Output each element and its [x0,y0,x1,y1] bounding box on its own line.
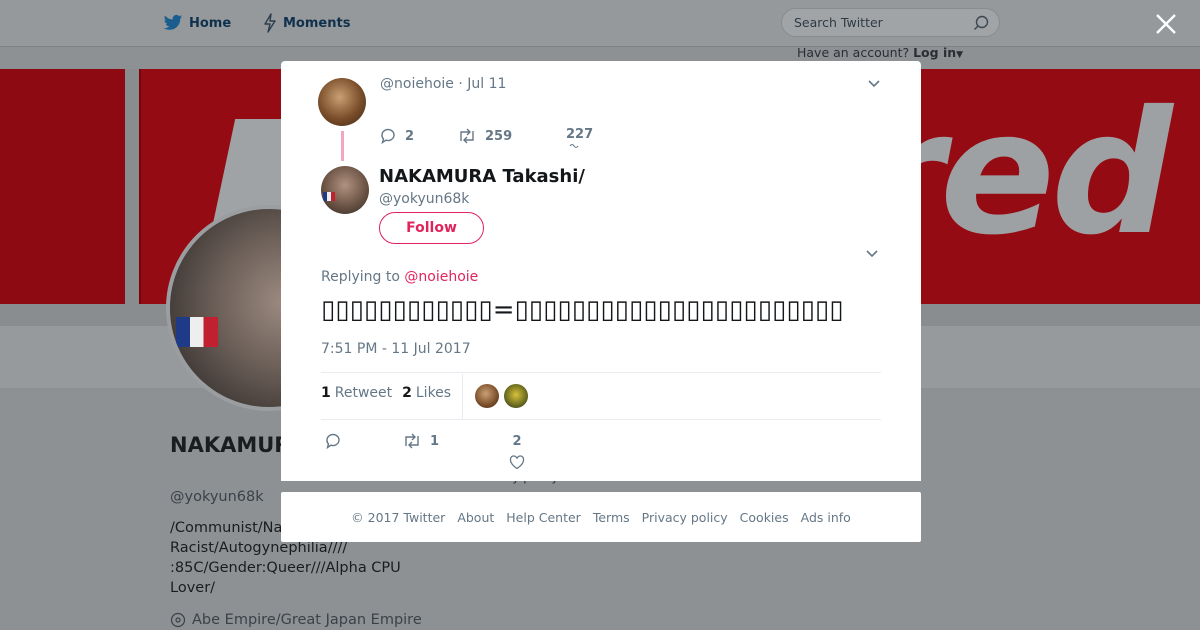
chevron-down-icon[interactable] [865,249,879,259]
twitter-bird-icon [163,14,183,30]
nav-moments-label: Moments [283,15,351,31]
thread-line [341,131,344,161]
flag-icon [323,192,335,201]
search-input[interactable]: Search Twitter [781,8,1000,37]
parent-reply-count: 2 [405,128,415,144]
retweet-stat[interactable]: 1 Retweet [321,385,392,401]
footer-link-terms[interactable]: Terms [593,510,630,525]
like-stat[interactable]: 2 Likes [402,385,451,401]
author-name[interactable]: NAKAMURA Takashi/ [379,166,585,187]
location-pin-icon [170,612,186,628]
retweet-stat-count: 1 [321,385,331,401]
footer-link-ads[interactable]: Ads info [801,510,851,525]
divider [462,374,463,420]
reply-icon [326,433,340,450]
nav-home-label: Home [189,15,232,31]
nav-moments[interactable]: Moments [263,0,350,46]
replying-to: Replying to @noiehoie [321,269,478,285]
modal-footer: © 2017 Twitter About Help Center Terms P… [281,492,921,542]
parent-handle[interactable]: @noiehoie [380,76,454,92]
caret-down-icon: ▼ [956,50,964,60]
bio-line: Lover/ [170,580,216,596]
parent-retweet-action[interactable]: 259 [457,127,512,145]
retweet-icon [460,128,474,144]
follow-button[interactable]: Follow [379,212,484,244]
parent-meta: @noiehoie · Jul 11 [380,76,507,92]
tweet-stats: 1 Retweet 2 Likes [321,385,451,401]
footer-link-about[interactable]: About [457,510,494,525]
author-avatar[interactable] [321,166,369,214]
close-icon[interactable] [1152,10,1180,38]
search-placeholder: Search Twitter [794,15,883,30]
nav-home[interactable]: Home [163,0,231,46]
parent-like-action[interactable]: 227 [566,127,593,150]
footer-copyright: © 2017 Twitter [351,509,446,525]
tweet-modal: @noiehoie · Jul 11 2 259 227 NAKAMURA Ta… [281,61,921,481]
divider [321,372,881,373]
liker-avatar[interactable] [475,384,499,408]
footer-link-cookies[interactable]: Cookies [740,510,789,525]
retweet-action[interactable]: 1 [402,432,439,450]
like-action[interactable]: 2 [509,434,525,470]
like-action-count: 2 [512,434,522,449]
footer-link-privacy[interactable]: Privacy policy [642,510,728,525]
top-nav: Home Moments Search Twitter [0,0,1200,47]
like-stat-count: 2 [402,385,412,401]
reply-icon [381,128,395,145]
profile-name: NAKAMUR [170,433,291,457]
liker-avatar[interactable] [504,384,528,408]
tweet-timestamp[interactable]: 7:51 PM - 11 Jul 2017 [321,341,471,357]
profile-location-text: Abe Empire/Great Japan Empire [192,612,422,628]
reply-action[interactable] [324,432,350,450]
parent-reply-action[interactable]: 2 [379,127,414,145]
lightning-icon [264,13,276,33]
bio-line: /Communist/Nat [170,520,289,536]
profile-handle: @yokyun68k [170,489,264,505]
replying-prefix: Replying to [321,269,400,285]
parent-avatar[interactable] [318,78,366,126]
heart-icon [509,455,525,470]
login-link[interactable]: Log in [913,45,956,60]
heart-icon [569,144,578,148]
parent-like-count: 227 [566,127,594,142]
replying-handle-link[interactable]: @noiehoie [404,269,478,285]
account-prompt-text: Have an account? [797,45,910,60]
bio-line: Racist/Autogynephilia//// [170,540,348,556]
retweet-icon [405,433,419,449]
retweet-stat-label: Retweet [334,385,393,401]
flag-icon [176,317,218,347]
chevron-down-icon[interactable] [867,79,881,89]
retweet-action-count: 1 [430,433,440,449]
parent-date[interactable]: Jul 11 [467,76,506,92]
like-stat-label: Likes [415,385,452,401]
banner-panel-left [0,69,139,304]
tweet-text: ▯▯▯▯▯▯▯▯▯▯▯▯=▯▯▯▯▯▯▯▯▯▯▯▯▯▯▯▯▯▯▯▯▯▯▯ [321,295,844,325]
divider [321,419,881,420]
bio-line: :85C/Gender:Queer///Alpha CPU [170,560,401,576]
search-icon [974,15,989,30]
footer-link-help[interactable]: Help Center [506,510,581,525]
account-prompt: Have an account? Log in▼ [797,45,963,60]
author-handle[interactable]: @yokyun68k [379,191,469,207]
profile-location: Abe Empire/Great Japan Empire [170,612,422,628]
parent-retweet-count: 259 [485,128,513,144]
